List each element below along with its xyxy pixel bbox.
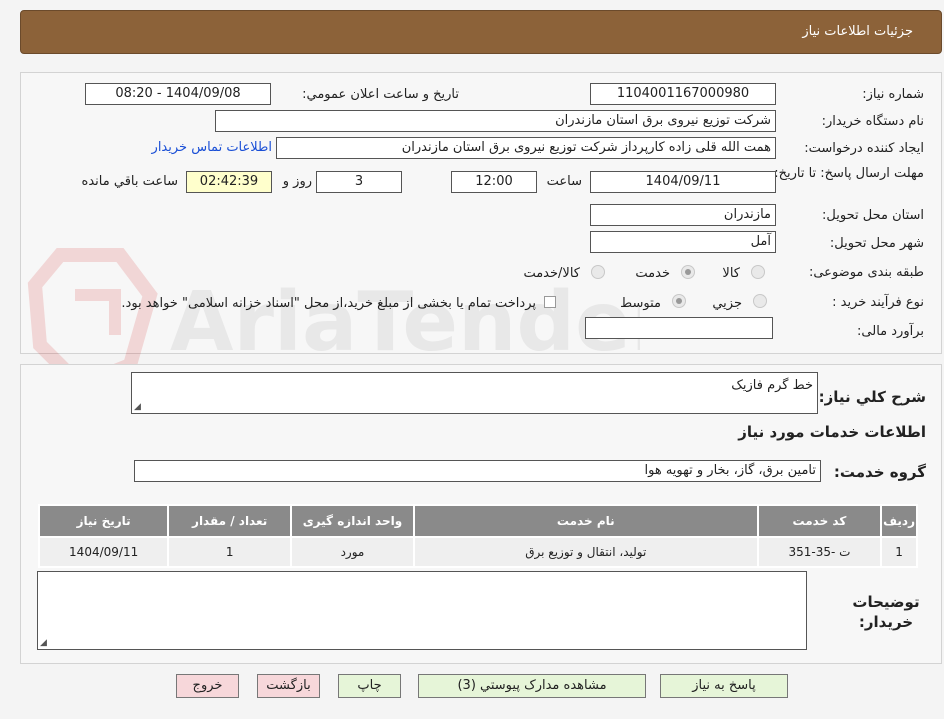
description-label: شرح کلي نياز: (818, 388, 926, 406)
announce-field: 1404/09/08 - 08:20 (85, 83, 271, 105)
budget-field[interactable] (585, 317, 773, 339)
col-quantity: تعداد / مقدار (167, 504, 293, 538)
creator-field: همت الله قلی زاده کارپرداز شرکت توزیع نی… (276, 137, 776, 159)
treasury-payment-note: پرداخت تمام يا بخشی از مبلغ خريد،از محل … (121, 296, 536, 311)
days-field: 3 (316, 171, 402, 193)
buyer-contact-link[interactable]: اطلاعات تماس خريدار (152, 140, 272, 155)
deadline-time-label: ساعت (546, 174, 582, 189)
need-number-label: شماره نياز: (862, 87, 924, 102)
city-field: آمل (590, 231, 776, 253)
city-label: شهر محل تحويل: (829, 236, 924, 251)
cell-row-number: 1 (880, 536, 918, 568)
cell-service-code: ت -35-351 (756, 536, 883, 568)
back-button[interactable]: بازگشت (257, 674, 320, 698)
reply-button[interactable]: پاسخ به نياز (660, 674, 788, 698)
cell-unit: مورد (290, 536, 415, 568)
description-text: خط گرم فازیک (731, 378, 813, 393)
category-radio-goods[interactable] (751, 265, 765, 279)
exit-button[interactable]: خروج (176, 674, 239, 698)
process-radio-medium[interactable] (672, 294, 686, 308)
col-unit: واحد اندازه گيری (290, 504, 415, 538)
category-option-service: خدمت (635, 266, 670, 281)
page-header: جزئیات اطلاعات نیاز (20, 10, 942, 54)
process-option-medium: متوسط (620, 296, 661, 311)
col-need-date: تاريخ نياز (37, 504, 170, 538)
table-header-row: رديف کد خدمت نام خدمت واحد اندازه گيری ت… (37, 504, 918, 538)
days-label: روز و (282, 174, 312, 189)
province-label: استان محل تحويل: (822, 208, 924, 223)
services-section-title: اطلاعات خدمات مورد نياز (738, 423, 926, 441)
province-field: مازندران (590, 204, 776, 226)
announce-label: تاريخ و ساعت اعلان عمومي: (302, 87, 459, 102)
deadline-label: مهلت ارسال پاسخ: تا تاريخ: (774, 166, 924, 181)
col-service-name: نام خدمت (412, 504, 759, 538)
category-label: طبقه بندی موضوعی: (808, 265, 924, 280)
buyer-org-field: شرکت توزیع نیروی برق استان مازندران (215, 110, 776, 132)
deadline-time-field: 12:00 (451, 171, 537, 193)
buyer-notes-label: توضيحات خريدار: (852, 593, 920, 631)
description-textarea[interactable]: خط گرم فازیک ◢ (131, 372, 818, 414)
budget-label: برآورد مالی: (857, 324, 924, 339)
print-button[interactable]: چاپ (338, 674, 401, 698)
buyer-notes-textarea[interactable]: ◢ (37, 571, 807, 650)
table-row: 1 ت -35-351 توليد، انتقال و توزيع برق مو… (37, 536, 918, 568)
buyer-org-label: نام دستگاه خريدار: (821, 114, 924, 129)
cell-service-name: توليد، انتقال و توزيع برق (412, 536, 759, 568)
cell-need-date: 1404/09/11 (37, 536, 170, 568)
cell-quantity: 1 (167, 536, 293, 568)
resize-handle-icon[interactable]: ◢ (40, 638, 47, 648)
process-radio-minor[interactable] (753, 294, 767, 308)
service-group-label: گروه خدمت: (833, 463, 926, 481)
category-radio-goods-service[interactable] (591, 265, 605, 279)
deadline-date-field: 1404/09/11 (590, 171, 776, 193)
creator-label: ايجاد کننده درخواست: (804, 141, 924, 156)
category-option-goods: کالا (722, 266, 740, 281)
page-title: جزئیات اطلاعات نیاز (802, 24, 913, 39)
need-number-field: 1104001167000980 (590, 83, 776, 105)
category-option-goods-service: کالا/خدمت (523, 266, 580, 281)
resize-handle-icon[interactable]: ◢ (134, 402, 141, 412)
col-row-number: رديف (880, 504, 918, 538)
treasury-payment-checkbox[interactable] (544, 296, 556, 308)
process-label: نوع فرآيند خريد : (832, 295, 924, 310)
service-group-field: تامين برق، گاز، بخار و تهويه هوا (134, 460, 821, 482)
category-radio-service[interactable] (681, 265, 695, 279)
remaining-time-field: 02:42:39 (186, 171, 272, 193)
col-service-code: کد خدمت (756, 504, 883, 538)
process-option-minor: جزيي (712, 296, 742, 311)
view-attachments-button[interactable]: مشاهده مدارک پيوستي (3) (418, 674, 646, 698)
services-table: رديف کد خدمت نام خدمت واحد اندازه گيری ت… (37, 504, 918, 568)
remaining-time-label: ساعت باقي مانده (81, 174, 178, 189)
